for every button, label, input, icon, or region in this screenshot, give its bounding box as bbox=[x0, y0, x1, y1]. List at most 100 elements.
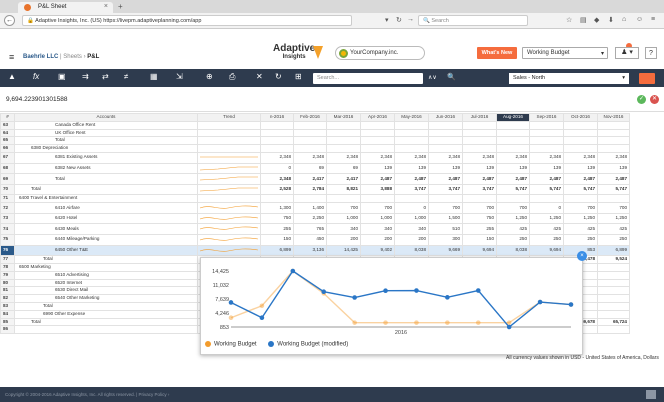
value-cell[interactable] bbox=[597, 128, 630, 138]
value-cell[interactable]: 5,747 bbox=[597, 183, 630, 196]
value-cell[interactable] bbox=[529, 144, 564, 153]
account-cell[interactable]: 6410 Airfare bbox=[14, 202, 198, 214]
delete-row-icon[interactable]: ⇄ bbox=[102, 72, 109, 81]
account-cell[interactable]: 6380 Depreciation bbox=[14, 144, 198, 153]
forward-icon[interactable]: → bbox=[407, 16, 414, 23]
table-row[interactable]: 64 UK Office Rent bbox=[0, 128, 630, 138]
value-cell[interactable]: 2,348 bbox=[428, 152, 463, 164]
table-row[interactable]: 71 6400 Travel & Entertainment bbox=[0, 194, 630, 204]
value-cell[interactable]: 700 bbox=[563, 202, 598, 214]
value-cell[interactable] bbox=[394, 194, 429, 204]
value-cell[interactable]: 2,250 bbox=[293, 212, 327, 225]
save-icon[interactable]: ▣ bbox=[58, 72, 66, 81]
paste-icon[interactable]: ▦ bbox=[150, 72, 158, 81]
value-cell[interactable] bbox=[394, 144, 429, 153]
print-icon[interactable]: ⎙ bbox=[229, 72, 235, 82]
trend-cell[interactable] bbox=[197, 120, 261, 130]
account-cell[interactable]: 6381 Existing Assets bbox=[14, 152, 198, 164]
value-cell[interactable]: 139 bbox=[428, 162, 463, 175]
value-cell[interactable]: 65,724 bbox=[597, 317, 630, 327]
value-cell[interactable] bbox=[597, 144, 630, 153]
row-number[interactable]: 72 bbox=[0, 202, 15, 214]
row-number[interactable]: 65 bbox=[0, 136, 15, 146]
value-cell[interactable]: 2,487 bbox=[496, 173, 530, 185]
value-cell[interactable]: 2,487 bbox=[428, 173, 463, 185]
value-cell[interactable]: 250 bbox=[563, 233, 598, 246]
value-cell[interactable] bbox=[563, 144, 598, 153]
breadcrumb-sheets[interactable]: Sheets bbox=[63, 54, 82, 60]
level-select[interactable]: Sales - North ▾ bbox=[509, 73, 629, 84]
table-row[interactable]: 73 6420 Hotel 750 2,250 1,000 1,000 1,000 1,500… bbox=[0, 212, 630, 225]
value-cell[interactable]: 139 bbox=[597, 162, 630, 175]
row-number[interactable]: 77 bbox=[0, 255, 15, 264]
value-cell[interactable]: 425 bbox=[597, 223, 630, 235]
value-cell[interactable] bbox=[563, 194, 598, 204]
value-cell[interactable]: 2,487 bbox=[529, 173, 564, 185]
trend-cell[interactable] bbox=[197, 152, 261, 164]
value-cell[interactable]: 700 bbox=[597, 202, 630, 214]
export-icon[interactable]: ⇲ bbox=[176, 72, 183, 81]
hamburger-icon[interactable]: ≡ bbox=[9, 52, 14, 62]
row-number[interactable]: 69 bbox=[0, 173, 15, 185]
row-number[interactable]: 70 bbox=[0, 183, 15, 196]
value-cell[interactable]: 150 bbox=[462, 233, 497, 246]
trend-cell[interactable] bbox=[197, 194, 261, 204]
value-cell[interactable] bbox=[597, 325, 630, 335]
value-cell[interactable]: 250 bbox=[529, 233, 564, 246]
zoom-icon[interactable]: ⊕ bbox=[206, 72, 213, 81]
account-cell[interactable]: UK Office Rent bbox=[14, 128, 198, 138]
close-icon[interactable]: ✕ bbox=[256, 72, 263, 81]
close-tab-icon[interactable]: × bbox=[104, 3, 108, 10]
value-cell[interactable] bbox=[326, 194, 361, 204]
account-cell[interactable]: 6510 Advertising bbox=[14, 270, 198, 280]
value-cell[interactable] bbox=[597, 270, 630, 280]
value-cell[interactable] bbox=[529, 128, 564, 138]
trend-cell[interactable] bbox=[197, 173, 261, 185]
account-cell[interactable]: Total bbox=[14, 183, 198, 196]
table-row[interactable]: 68 6382 New Assets 0 69 69 139 139 139 139 139 139… bbox=[0, 162, 630, 175]
account-cell[interactable]: 6382 New Assets bbox=[14, 162, 198, 175]
value-cell[interactable]: 5,747 bbox=[496, 183, 530, 196]
value-cell[interactable] bbox=[496, 144, 530, 153]
account-cell[interactable]: 6450 Other T&E bbox=[14, 244, 198, 257]
value-cell[interactable] bbox=[462, 120, 497, 130]
value-cell[interactable]: 1,400 bbox=[293, 202, 327, 214]
value-cell[interactable]: 765 bbox=[293, 223, 327, 235]
row-number[interactable]: 85 bbox=[0, 317, 15, 327]
row-number[interactable]: 86 bbox=[0, 325, 15, 335]
reload-icon[interactable]: ↻ bbox=[396, 16, 402, 24]
col-header-trend[interactable]: Trend bbox=[197, 113, 261, 122]
value-cell[interactable] bbox=[496, 194, 530, 204]
account-cell[interactable]: Total bbox=[14, 317, 198, 327]
value-cell[interactable]: 510 bbox=[428, 223, 463, 235]
trend-cell[interactable] bbox=[197, 244, 261, 257]
value-cell[interactable] bbox=[360, 128, 395, 138]
formula-value[interactable]: 9,694.223901301588 bbox=[6, 96, 67, 103]
value-cell[interactable]: 6,899 bbox=[597, 244, 630, 257]
value-cell[interactable]: 2,348 bbox=[293, 152, 327, 164]
value-cell[interactable]: 2,348 bbox=[326, 152, 361, 164]
account-cell[interactable]: 6420 Hotel bbox=[14, 212, 198, 225]
insert-row-icon[interactable]: ⇉ bbox=[82, 72, 89, 81]
col-header-number[interactable]: # bbox=[0, 113, 15, 122]
row-number[interactable]: 79 bbox=[0, 270, 15, 280]
value-cell[interactable]: 9,669 bbox=[428, 244, 463, 257]
table-row[interactable]: 70 Total 2,528 2,784 8,821 3,888 3,747 3,747 3,7… bbox=[0, 183, 630, 196]
value-cell[interactable]: 6,899 bbox=[260, 244, 294, 257]
value-cell[interactable]: 2,348 bbox=[529, 152, 564, 164]
shield-icon[interactable]: ◆ bbox=[594, 16, 599, 24]
row-number[interactable]: 84 bbox=[0, 309, 15, 319]
value-cell[interactable] bbox=[293, 120, 327, 130]
close-chart-icon[interactable]: × bbox=[577, 251, 587, 261]
value-cell[interactable]: 139 bbox=[462, 162, 497, 175]
value-cell[interactable]: 1,300 bbox=[260, 202, 294, 214]
whats-new-button[interactable]: What's New bbox=[477, 47, 517, 59]
value-cell[interactable]: 2,348 bbox=[462, 152, 497, 164]
value-cell[interactable] bbox=[326, 144, 361, 153]
cancel-icon[interactable]: ✕ bbox=[650, 95, 659, 104]
value-cell[interactable] bbox=[597, 294, 630, 303]
value-cell[interactable]: 2,487 bbox=[597, 173, 630, 185]
legend-item-working-budget-modified[interactable]: Working Budget (modified) bbox=[268, 341, 348, 348]
value-cell[interactable]: 9,694 bbox=[529, 244, 564, 257]
clipboard-icon[interactable]: ▤ bbox=[580, 16, 587, 24]
